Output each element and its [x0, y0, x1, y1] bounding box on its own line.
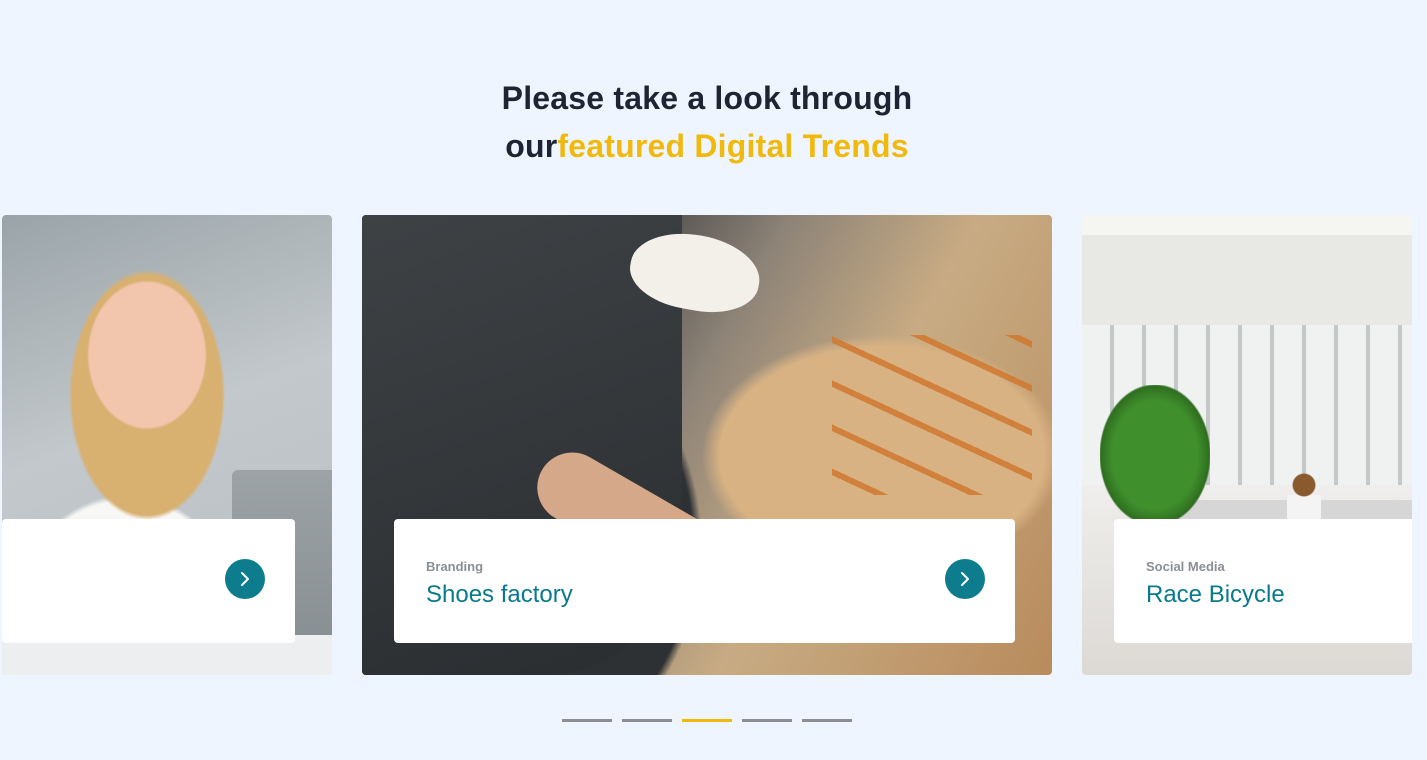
pagination-dot-1[interactable]: [562, 719, 612, 722]
heading-line-1: Please take a look through: [501, 80, 913, 116]
pagination-dot-3[interactable]: [682, 719, 732, 722]
chevron-right-icon: [241, 572, 249, 586]
card-category: Social Media: [1146, 559, 1225, 574]
carousel-card-active[interactable]: Branding Shoes factory: [362, 215, 1052, 675]
tools-shape: [832, 335, 1032, 495]
card-category: Branding: [426, 559, 484, 574]
carousel-card-next[interactable]: Social Media Race Bicycle: [1082, 215, 1412, 675]
section-heading: Please take a look through ourfeatured D…: [0, 74, 1414, 170]
plant-shape: [1100, 385, 1210, 525]
card-info-panel: Branding Shoes factory: [394, 519, 1015, 643]
card-info-panel: Social Media Race Bicycle: [1114, 519, 1412, 643]
card-next-button[interactable]: [945, 559, 985, 599]
card-title[interactable]: Shoes factory: [426, 581, 573, 609]
card-title[interactable]: Race Bicycle: [1146, 581, 1285, 609]
carousel-pagination: [562, 719, 852, 722]
heading-line-2-accent: featured Digital Trends: [557, 128, 909, 164]
person-shape: [1287, 473, 1321, 523]
featured-section: Please take a look through ourfeatured D…: [0, 0, 1427, 760]
card-info-panel: [2, 519, 295, 643]
pagination-dot-2[interactable]: [622, 719, 672, 722]
chevron-right-icon: [961, 572, 969, 586]
carousel-card-prev[interactable]: [2, 215, 332, 675]
heading-line-2-plain: our: [505, 128, 558, 164]
pagination-dot-4[interactable]: [742, 719, 792, 722]
pagination-dot-5[interactable]: [802, 719, 852, 722]
card-next-button[interactable]: [225, 559, 265, 599]
